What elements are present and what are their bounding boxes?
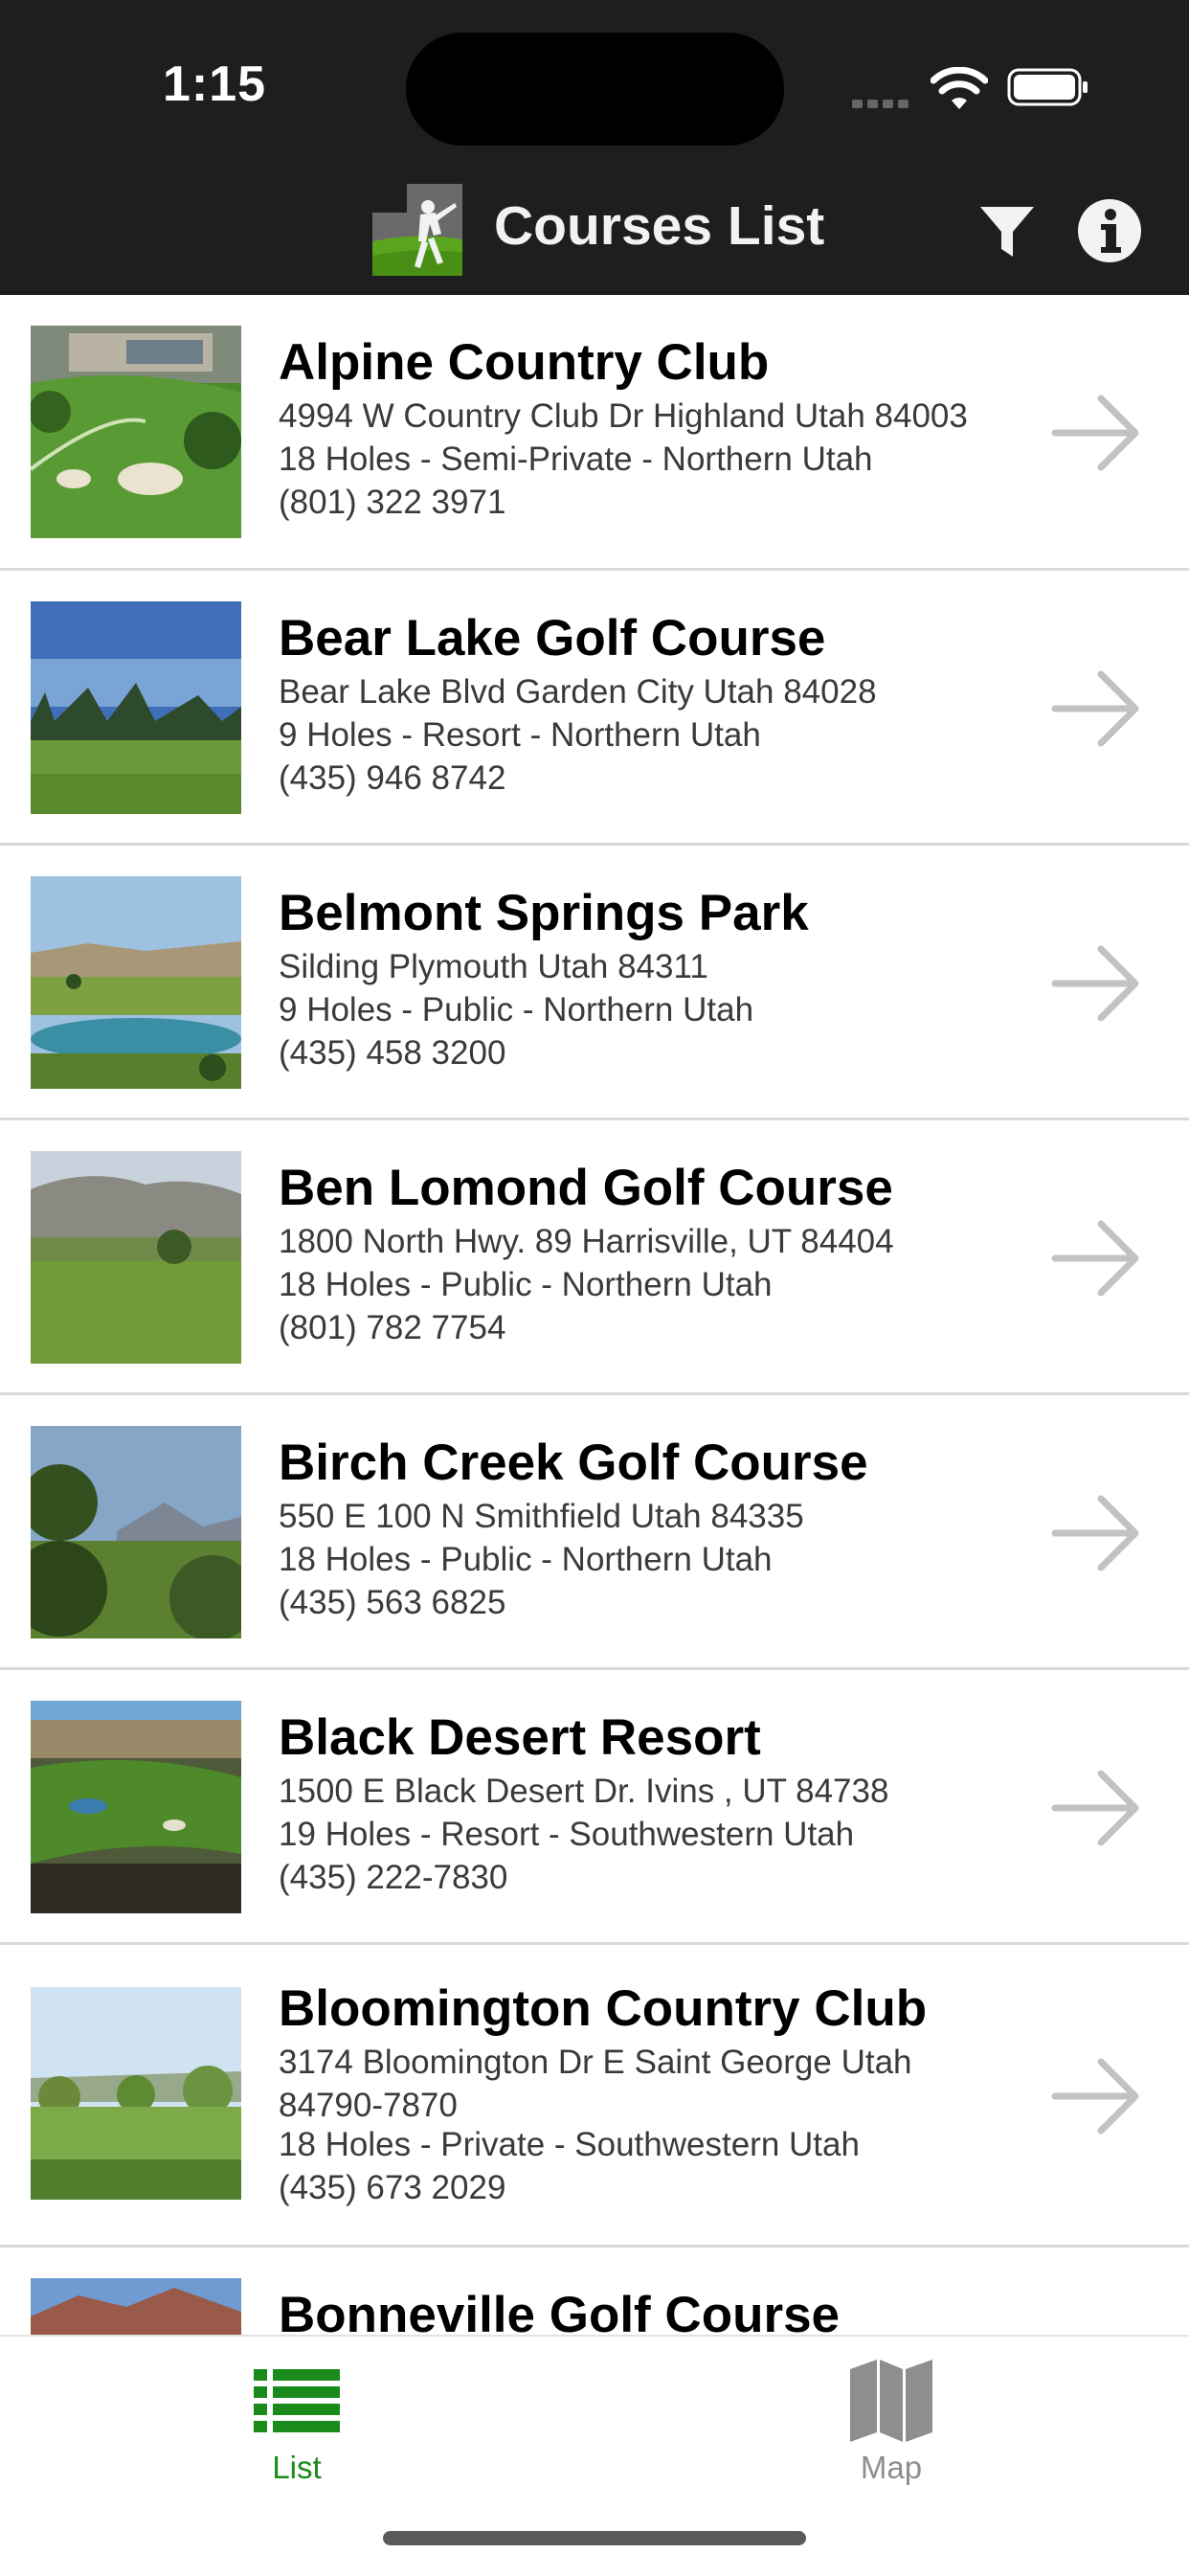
tab-list-label: List [272, 2450, 322, 2485]
dynamic-island [406, 33, 784, 146]
course-name: Alpine Country Club [279, 334, 770, 391]
course-thumbnail [31, 601, 241, 814]
course-name: Bonneville Golf Course [279, 2287, 841, 2335]
tab-map[interactable]: Map [796, 2337, 987, 2490]
app-logo-icon [372, 184, 462, 276]
arrow-right-icon [1051, 670, 1139, 747]
course-address: Bear Lake Blvd Garden City Utah 84028 [279, 673, 877, 711]
arrow-right-icon [1051, 1220, 1139, 1297]
course-list: Alpine Country Club 4994 W Country Club … [0, 295, 1189, 2335]
filter-icon[interactable] [976, 201, 1038, 262]
course-row[interactable]: Alpine Country Club 4994 W Country Club … [0, 295, 1189, 571]
course-address: 1500 E Black Desert Dr. Ivins , UT 84738 [279, 1773, 889, 1810]
course-name: Ben Lomond Golf Course [279, 1160, 893, 1216]
course-info: 9 Holes - Resort - Northern Utah [279, 716, 761, 754]
course-info: 9 Holes - Public - Northern Utah [279, 991, 754, 1028]
course-name: Black Desert Resort [279, 1709, 761, 1766]
list-icon [254, 2369, 340, 2432]
course-phone: (435) 222-7830 [279, 1859, 508, 1896]
course-name: Belmont Springs Park [279, 885, 809, 941]
course-info: 18 Holes - Private - Southwestern Utah [279, 2126, 860, 2163]
course-row[interactable]: Bonneville Golf Course [0, 2248, 1189, 2335]
course-thumbnail [31, 1151, 241, 1364]
navigation-bar: 1:15 Courses List [0, 0, 1189, 295]
course-name: Bloomington Country Club [279, 1980, 928, 2037]
cellular-signal-icon [852, 96, 913, 113]
arrow-right-icon [1051, 945, 1139, 1022]
course-phone: (435) 946 8742 [279, 759, 506, 797]
course-info: 18 Holes - Public - Northern Utah [279, 1541, 773, 1578]
course-phone: (801) 322 3971 [279, 484, 506, 521]
course-thumbnail [31, 1426, 241, 1638]
course-row[interactable]: Black Desert Resort 1500 E Black Desert … [0, 1670, 1189, 1945]
course-name: Bear Lake Golf Course [279, 610, 826, 667]
info-icon[interactable] [1076, 197, 1143, 264]
status-time: 1:15 [163, 56, 267, 112]
wifi-icon [931, 67, 988, 109]
arrow-right-icon [1051, 395, 1139, 471]
course-row[interactable]: Bloomington Country Club 3174 Bloomingto… [0, 1945, 1189, 2248]
course-thumbnail [31, 1987, 241, 2200]
course-info: 18 Holes - Semi-Private - Northern Utah [279, 441, 873, 478]
course-thumbnail [31, 876, 241, 1089]
course-name: Birch Creek Golf Course [279, 1435, 868, 1491]
course-address: 1800 North Hwy. 89 Harrisville, UT 84404 [279, 1223, 894, 1260]
course-address: 4994 W Country Club Dr Highland Utah 840… [279, 397, 968, 435]
arrow-right-icon [1051, 2058, 1139, 2135]
course-phone: (435) 458 3200 [279, 1034, 506, 1072]
course-row[interactable]: Bear Lake Golf Course Bear Lake Blvd Gar… [0, 571, 1189, 846]
course-info: 19 Holes - Resort - Southwestern Utah [279, 1816, 855, 1853]
course-row[interactable]: Birch Creek Golf Course 550 E 100 N Smit… [0, 1395, 1189, 1670]
course-row[interactable]: Ben Lomond Golf Course 1800 North Hwy. 8… [0, 1120, 1189, 1395]
course-thumbnail [31, 2278, 241, 2335]
course-phone: (801) 782 7754 [279, 1309, 506, 1346]
tab-map-label: Map [860, 2450, 923, 2485]
page-title: Courses List [494, 195, 825, 257]
course-phone: (435) 673 2029 [279, 2169, 506, 2206]
course-address: 3174 Bloomington Dr E Saint George Utah … [279, 2044, 912, 2124]
course-info: 18 Holes - Public - Northern Utah [279, 1266, 773, 1303]
course-address: Silding Plymouth Utah 84311 [279, 948, 708, 985]
course-row[interactable]: Belmont Springs Park Silding Plymouth Ut… [0, 846, 1189, 1120]
battery-icon [1007, 68, 1088, 106]
arrow-right-icon [1051, 1495, 1139, 1571]
arrow-right-icon [1051, 1770, 1139, 1846]
course-address: 550 E 100 N Smithfield Utah 84335 [279, 1498, 804, 1535]
map-icon [850, 2360, 932, 2442]
tab-list[interactable]: List [201, 2337, 393, 2490]
course-phone: (435) 563 6825 [279, 1584, 506, 1621]
home-indicator [383, 2531, 806, 2545]
course-thumbnail [31, 326, 241, 538]
course-thumbnail [31, 1701, 241, 1913]
